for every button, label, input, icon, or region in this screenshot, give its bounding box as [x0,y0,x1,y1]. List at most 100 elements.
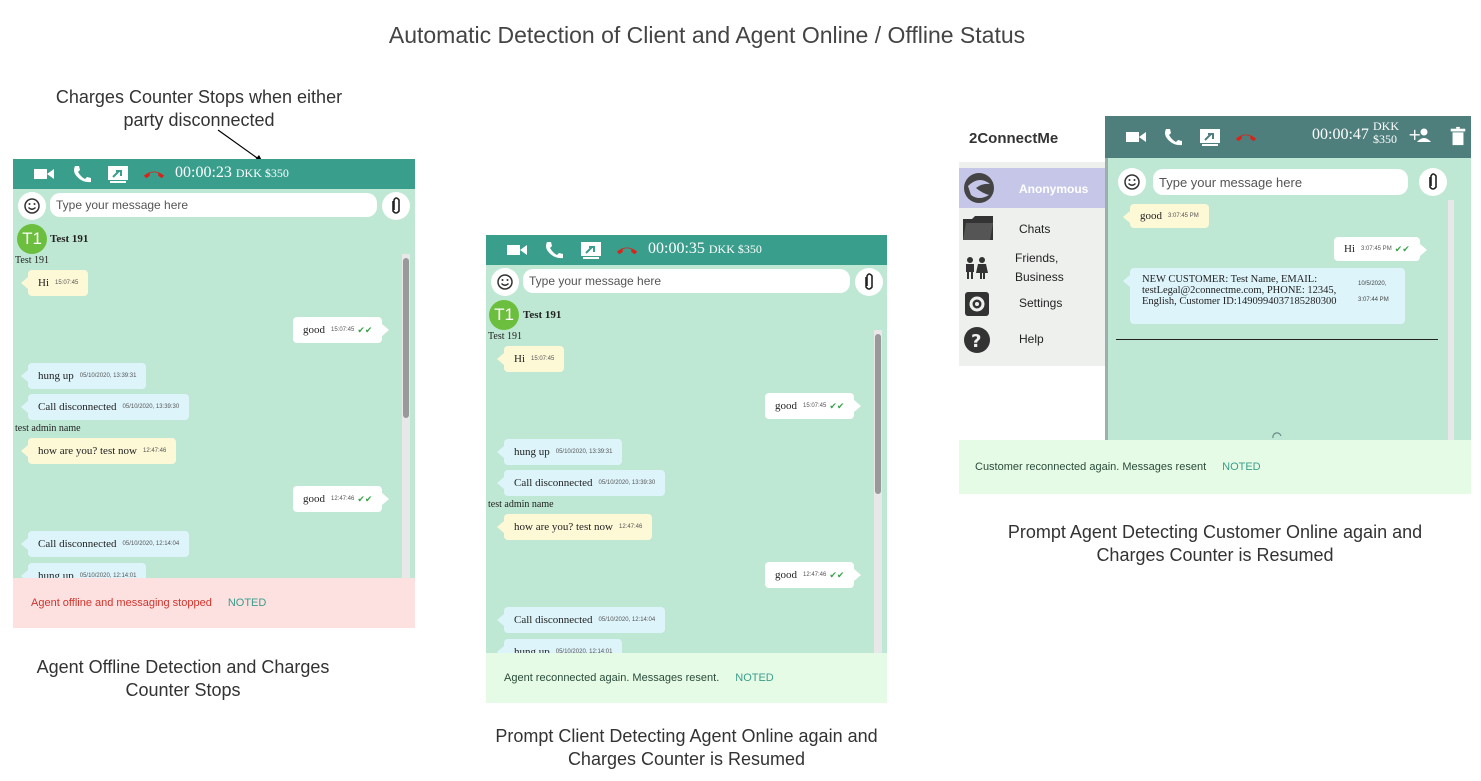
contact-subname: Test 191 [15,255,50,266]
scrollbar[interactable] [874,330,882,655]
screen-share-icon[interactable] [580,240,602,260]
attach-button[interactable] [382,192,410,220]
phone-icon[interactable] [71,164,93,184]
brand-logo: 2ConnectMe [969,130,1059,147]
sidebar-item-friends-business[interactable]: Friends, Business [959,248,1105,288]
emoji-button[interactable] [491,268,519,296]
hang-up-icon[interactable] [616,240,638,260]
trash-icon[interactable] [1447,126,1469,146]
sidebar-item-anonymous[interactable]: Anonymous [959,168,1105,208]
add-user-icon[interactable]: + [1408,125,1434,145]
message-time: 10/5/2020, 3:07:44 PM [1358,281,1389,303]
message-bubble: Call disconnected 05/10/2020, 12:14:04 [21,531,190,557]
message-bubble: hung up 05/10/2020, 13:39:31 [497,439,623,465]
double-check-icon: ✔✔ [357,493,373,504]
sidebar: Anonymous Chats Friends, Business Settin… [959,162,1105,366]
call-timer: 00:00:35 [648,240,705,257]
call-toolbar: 00:00:35 DKK $350 [486,235,887,265]
caption-middle: Prompt Client Detecting Agent Online aga… [495,726,878,769]
charge-amount: $350 [1373,132,1397,146]
noted-button[interactable]: NOTED [735,672,774,684]
emoji-button[interactable] [18,192,46,220]
contact-name: Test 191 [50,233,89,245]
screen-share-icon[interactable] [1199,127,1221,147]
message-bubble: Call disconnected 05/10/2020, 12:14:04 [497,607,666,633]
screen-share-icon[interactable] [107,164,129,184]
charge-amount: DKK $350 [708,242,762,256]
message-bubble: hung up 05/10/2020, 13:39:31 [21,363,147,389]
message-bubble: Call disconnected 05/10/2020, 13:39:30 [497,470,666,496]
scrollbar[interactable] [402,254,410,579]
message-input[interactable] [1153,169,1408,195]
notification-text: Agent offline and messaging stopped [31,597,212,609]
call-timer: 00:00:23 [175,164,232,181]
divider [1116,339,1438,340]
hang-up-icon[interactable] [1235,127,1257,147]
chat-area: good3:07:45 PM Hi3:07:45 PM✔✔ NEW CUSTOM… [1105,158,1471,440]
message-input[interactable] [50,193,377,217]
message-bubble: Hi 3:07:45 PM ✔✔ [1334,237,1427,261]
video-camera-icon[interactable] [33,164,55,184]
smiley-icon [24,198,40,214]
video-camera-icon[interactable] [1125,127,1147,147]
avatar: T1 [17,224,47,254]
call-toolbar: 00:00:23 DKK $350 [13,159,415,189]
attach-button[interactable] [855,268,883,296]
annotation-text: Charges Counter Stops when either party … [55,87,343,130]
sidebar-item-label: Chats [1019,222,1051,236]
phone-icon[interactable] [1162,127,1184,147]
sender-label: test admin name [488,499,554,510]
left-chat-panel: 00:00:23 DKK $350 T1 Test 191 Test 191 H… [13,159,415,628]
sidebar-item-settings[interactable]: Settings [959,288,1105,320]
online-notification: Agent reconnected again. Messages resent… [486,653,887,703]
message-bubble: good 3:07:45 PM [1123,204,1209,228]
call-timer: 00:00:47 [1312,126,1369,143]
hang-up-icon[interactable] [143,164,165,184]
attach-button[interactable] [1419,168,1447,196]
caption-left: Agent Offline Detection and Charges Coun… [36,657,330,700]
sidebar-item-chats[interactable]: Chats [959,212,1105,246]
message-bubble: NEW CUSTOMER: Test Name, EMAIL: testLega… [1123,268,1405,324]
phone-icon[interactable] [543,240,565,260]
middle-chat-panel: 00:00:35 DKK $350 T1 Test 191 Test 191 H… [486,235,887,703]
contact-subname: Test 191 [488,331,523,342]
message-bubble: Hi 15:07:45 [497,346,565,372]
right-agent-panel: 2ConnectMe 00:00:47 DKK $350 + Anonymous… [959,116,1471,494]
sidebar-item-label: Help [1019,332,1044,346]
message-bubble: good 12:47:46 ✔✔ [293,486,390,512]
noted-button[interactable]: NOTED [1222,461,1261,473]
online-notification: Customer reconnected again. Messages res… [959,440,1471,494]
message-bubble: Hi 15:07:45 [21,270,89,296]
caption-right: Prompt Agent Detecting Customer Online a… [1007,522,1423,565]
message-bubble: good 15:07:45 ✔✔ [293,317,390,343]
notification-text: Agent reconnected again. Messages resent… [504,672,720,684]
video-camera-icon[interactable] [506,240,528,260]
help-icon: ? [964,327,990,353]
message-bubble: good 12:47:46 ✔✔ [765,562,862,588]
sidebar-item-label: Friends, Business [1015,251,1064,284]
svg-text:?: ? [971,331,981,352]
message-input[interactable] [523,269,850,293]
folder-icon [963,216,993,240]
anonymous-avatar-icon [964,173,994,203]
paperclip-icon [1429,173,1437,190]
smiley-icon [1124,174,1140,190]
message-bubble: how are you? test now 12:47:46 [497,514,653,540]
scrollbar[interactable] [1448,200,1454,440]
sidebar-item-label: Anonymous [1019,182,1089,196]
notification-text: Customer reconnected again. Messages res… [975,461,1207,473]
double-check-icon: ✔✔ [829,400,845,411]
call-toolbar: 00:00:47 DKK $350 + [1105,116,1471,158]
sender-label: test admin name [15,423,81,434]
sidebar-item-help[interactable]: ? Help [959,324,1105,356]
emoji-button[interactable] [1118,168,1146,196]
double-check-icon: ✔✔ [829,569,845,580]
refresh-icon[interactable] [1271,430,1283,440]
offline-notification: Agent offline and messaging stopped NOTE… [13,578,415,628]
page-title: Automatic Detection of Client and Agent … [388,22,1026,48]
double-check-icon: ✔✔ [1394,243,1410,254]
noted-button[interactable]: NOTED [228,597,267,609]
contact-name: Test 191 [523,309,562,321]
smiley-icon [497,274,513,290]
sidebar-item-label: Settings [1019,296,1063,310]
